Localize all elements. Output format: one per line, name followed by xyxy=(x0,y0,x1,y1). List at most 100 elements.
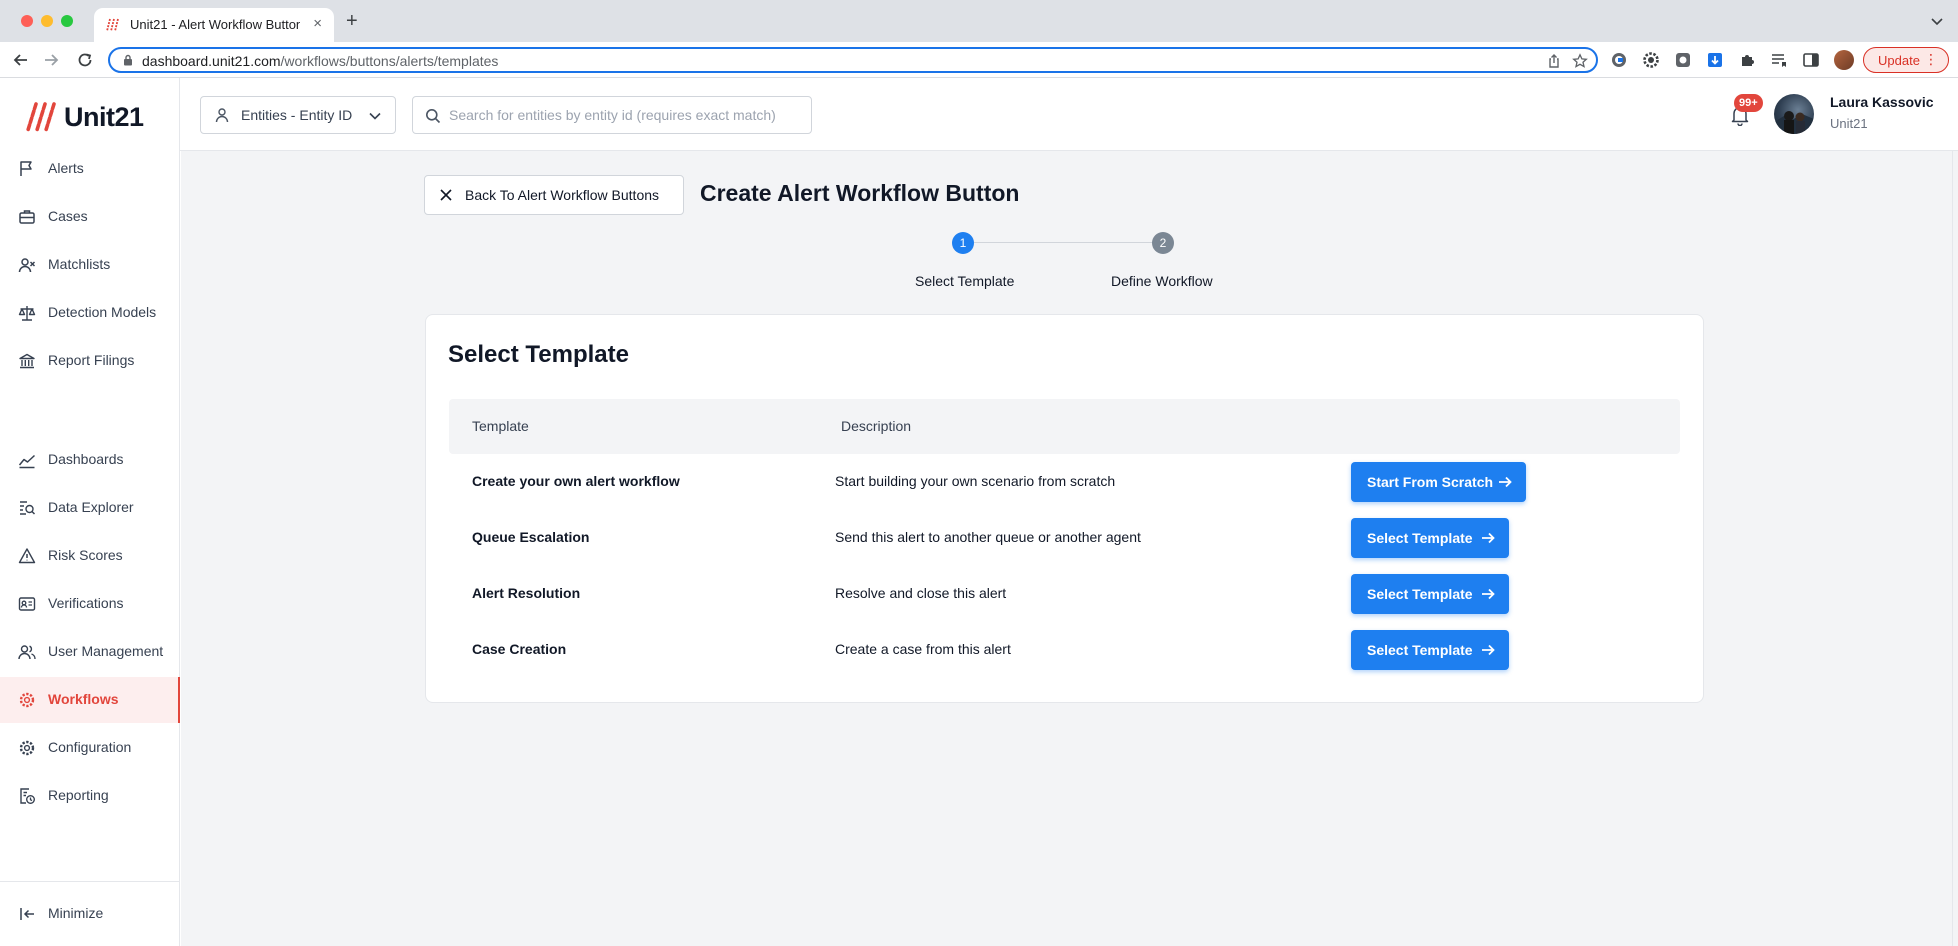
select-template-button-queue-escalation[interactable]: Select Template xyxy=(1351,518,1509,558)
address-bar[interactable]: dashboard.unit21.com/workflows/buttons/a… xyxy=(108,47,1598,73)
sidebar-item-dashboards[interactable]: Dashboards xyxy=(0,437,180,483)
browser-profile-avatar[interactable] xyxy=(1834,50,1854,70)
sidebar-item-workflows[interactable]: Workflows xyxy=(0,677,180,723)
step-1-label: Select Template xyxy=(915,273,1015,289)
step-2-label: Define Workflow xyxy=(1111,273,1213,289)
password-extension-icon[interactable] xyxy=(1610,51,1628,69)
window-minimize-button[interactable] xyxy=(41,15,53,27)
sidebar-divider xyxy=(0,881,180,882)
app-header: Entities - Entity ID 99+ Laura Kassovic … xyxy=(180,78,1958,151)
gear-icon xyxy=(19,692,35,708)
table-row: Case Creation Create a case from this al… xyxy=(449,622,1680,678)
arrow-right-icon xyxy=(1482,588,1495,600)
browser-toolbar: dashboard.unit21.com/workflows/buttons/a… xyxy=(0,42,1958,78)
id-card-icon xyxy=(18,597,36,611)
template-description: Create a case from this alert xyxy=(835,641,1011,657)
entity-select-value: Entities - Entity ID xyxy=(241,107,353,123)
user-avatar[interactable] xyxy=(1774,94,1814,134)
table-row: Create your own alert workflow Start bui… xyxy=(449,454,1680,510)
side-panel-icon[interactable] xyxy=(1802,51,1820,69)
column-header-description: Description xyxy=(841,418,912,434)
sidebar-item-detection-models[interactable]: Detection Models xyxy=(0,290,180,336)
sidebar-item-matchlists[interactable]: Matchlists xyxy=(0,242,180,288)
entity-search-input[interactable] xyxy=(449,97,805,133)
sidebar-item-reporting[interactable]: Reporting xyxy=(0,773,180,819)
settings-icon xyxy=(19,740,35,756)
line-chart-icon xyxy=(18,454,36,469)
new-tab-button[interactable]: + xyxy=(346,11,358,31)
step-1-indicator: 1 xyxy=(952,232,974,254)
flag-icon xyxy=(20,161,32,176)
search-icon xyxy=(426,109,441,124)
back-arrow-icon[interactable] xyxy=(12,51,30,69)
user-organization: Unit21 xyxy=(1830,116,1868,131)
reading-list-icon[interactable] xyxy=(1770,51,1788,69)
close-icon xyxy=(440,189,452,201)
table-row: Queue Escalation Send this alert to anot… xyxy=(449,510,1680,566)
page-title: Create Alert Workflow Button xyxy=(700,180,1020,206)
briefcase-icon xyxy=(19,210,35,224)
browser-menu-icon[interactable]: ⋮ xyxy=(1924,51,1938,68)
template-name: Case Creation xyxy=(472,641,567,657)
user-name: Laura Kassovic xyxy=(1830,94,1934,110)
tab-close-icon[interactable]: × xyxy=(313,16,322,32)
puzzle-extensions-icon[interactable] xyxy=(1738,51,1756,69)
select-template-button-alert-resolution[interactable]: Select Template xyxy=(1351,574,1509,614)
address-url: dashboard.unit21.com/workflows/buttons/a… xyxy=(142,53,499,69)
sidebar-item-report-filings[interactable]: Report Filings xyxy=(0,338,180,384)
notification-count-badge: 99+ xyxy=(1734,94,1763,112)
sidebar-item-risk-scores[interactable]: Risk Scores xyxy=(0,533,180,579)
sidebar-item-configuration[interactable]: Configuration xyxy=(0,725,180,771)
start-from-scratch-button[interactable]: Start From Scratch xyxy=(1351,462,1526,502)
template-name: Create your own alert workflow xyxy=(472,473,680,489)
column-header-template: Template xyxy=(472,418,529,434)
entity-search-box[interactable] xyxy=(412,96,812,134)
arrow-right-icon xyxy=(1499,476,1512,488)
scrollbar[interactable] xyxy=(1952,151,1958,946)
sidebar-item-cases[interactable]: Cases xyxy=(0,194,180,240)
arrow-right-icon xyxy=(1482,532,1495,544)
collapse-arrow-icon xyxy=(20,908,34,920)
user-icon xyxy=(215,108,229,123)
bookmark-star-icon[interactable] xyxy=(1572,53,1588,69)
user-x-icon xyxy=(18,258,36,273)
window-zoom-button[interactable] xyxy=(61,15,73,27)
camera-extension-icon[interactable] xyxy=(1674,51,1692,69)
table-header xyxy=(449,399,1680,454)
tab-title: Unit21 - Alert Workflow Button xyxy=(130,17,300,32)
window-close-button[interactable] xyxy=(21,15,33,27)
chevron-down-icon xyxy=(369,112,381,120)
sidebar-item-verifications[interactable]: Verifications xyxy=(0,581,180,627)
sidebar: Unit21 Alerts Cases Matchlists Detection… xyxy=(0,78,180,946)
browser-tab-bar: Unit21 - Alert Workflow Button × + xyxy=(0,0,1958,42)
template-description: Start building your own scenario from sc… xyxy=(835,473,1116,489)
sidebar-item-data-explorer[interactable]: Data Explorer xyxy=(0,485,180,531)
tab-search-chevron-icon[interactable] xyxy=(1930,14,1944,28)
browser-tab-active[interactable]: Unit21 - Alert Workflow Button × xyxy=(94,8,334,42)
sidebar-item-user-management[interactable]: User Management xyxy=(0,629,180,675)
entity-type-select[interactable]: Entities - Entity ID xyxy=(200,96,396,134)
gear-extension-icon[interactable] xyxy=(1642,51,1660,69)
select-template-button-case-creation[interactable]: Select Template xyxy=(1351,630,1509,670)
browser-update-button[interactable]: Update ⋮ xyxy=(1863,47,1949,73)
bank-icon xyxy=(19,353,35,369)
forward-arrow-icon[interactable] xyxy=(42,51,60,69)
sidebar-minimize-button[interactable]: Minimize xyxy=(0,891,180,937)
unit21-logo-mark-icon xyxy=(26,102,56,132)
lock-icon xyxy=(124,54,132,66)
template-name: Queue Escalation xyxy=(472,529,590,545)
sidebar-item-alerts[interactable]: Alerts xyxy=(0,146,180,192)
table-row: Alert Resolution Resolve and close this … xyxy=(449,566,1680,622)
template-name: Alert Resolution xyxy=(472,585,581,601)
warning-icon xyxy=(18,548,36,564)
search-list-icon xyxy=(20,501,36,515)
step-2-indicator: 2 xyxy=(1152,232,1174,254)
back-to-alert-workflow-buttons-button[interactable]: Back To Alert Workflow Buttons xyxy=(424,175,684,215)
download-extension-icon[interactable] xyxy=(1706,51,1724,69)
reload-icon[interactable] xyxy=(76,51,94,69)
template-description: Send this alert to another queue or anot… xyxy=(835,529,1141,545)
arrow-right-icon xyxy=(1482,644,1495,656)
card-title: Select Template xyxy=(448,341,629,368)
share-icon[interactable] xyxy=(1546,53,1562,69)
template-description: Resolve and close this alert xyxy=(835,585,1007,601)
